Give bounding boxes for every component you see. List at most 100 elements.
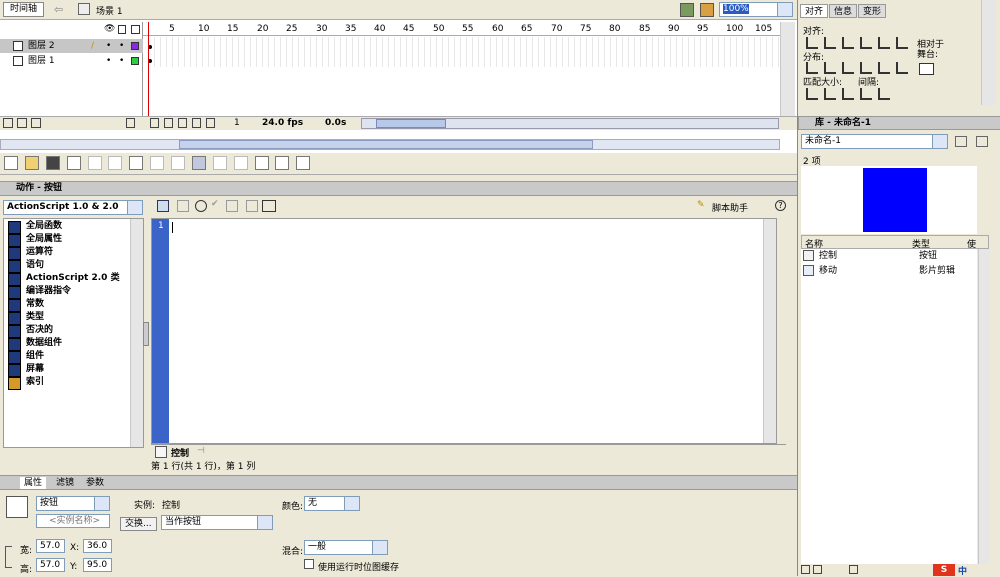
blend-select[interactable]: 一般 [304,540,388,555]
toolbox-vscroll[interactable] [130,219,143,447]
open-folder-icon[interactable] [24,156,39,170]
distribute-bottom-icon[interactable] [842,62,854,74]
stage-hscroll[interactable] [0,139,780,150]
timeline-tab[interactable]: 时间轴 [3,2,45,17]
actions-panel-title[interactable]: 动作 - 按钮 [0,182,797,196]
print-icon[interactable] [66,156,81,170]
undo-icon[interactable] [150,156,165,170]
add-action-icon[interactable] [157,200,169,212]
distribute-hcenter-icon[interactable] [878,62,890,74]
redo-icon[interactable] [171,156,185,170]
distribute-right-icon[interactable] [896,62,908,74]
align-vcenter-icon[interactable] [878,37,890,49]
debug-options-icon[interactable] [262,200,276,212]
scale-icon[interactable] [275,156,290,170]
layer-row[interactable]: 图层 2 / • • [0,39,143,53]
match-height-icon[interactable] [824,88,836,100]
toolbox-item[interactable]: 组件 [8,350,44,364]
trash-icon[interactable] [126,118,135,128]
ime-logo-icon[interactable]: S [933,564,955,576]
scroll-thumb[interactable] [179,140,593,149]
back-arrow-icon[interactable]: ⇦ [54,3,63,16]
script-tab-control[interactable]: 控制 [171,446,189,459]
layer-color-swatch[interactable] [131,57,139,65]
symbol-type-select[interactable]: 按钮 [36,496,110,511]
script-editor[interactable]: 1 [151,218,777,444]
rotate-icon[interactable] [254,156,269,170]
layer-row[interactable]: 图层 1 • • [0,54,143,68]
align-hcenter-icon[interactable] [824,37,836,49]
frame-rate[interactable]: 24.0 fps [262,118,303,128]
list-item[interactable]: 移动 影片剪辑 [801,264,977,278]
toolbox-item[interactable]: ActionScript 2.0 类 [8,272,120,286]
code-hint-icon[interactable] [246,200,258,212]
width-input[interactable]: 57.0 [36,539,65,553]
editor-vscroll[interactable] [763,219,776,443]
tab-transform[interactable]: 变形 [858,4,887,18]
align-vscroll[interactable] [981,0,996,105]
save-icon[interactable] [45,156,60,170]
splitter-handle[interactable] [143,322,149,346]
add-guide-icon[interactable] [17,118,27,128]
straighten-icon[interactable] [233,156,248,170]
swap-button[interactable]: 交换... [120,517,157,531]
y-input[interactable]: 95.0 [83,558,112,572]
layer-color-swatch[interactable] [131,42,139,50]
check-syntax-icon[interactable]: ✔ [211,199,219,209]
pin-library-icon[interactable] [955,136,967,147]
link-size-icon[interactable] [5,546,12,568]
toolbox-item[interactable]: 类型 [8,311,44,325]
scene-name[interactable]: 场景 1 [96,4,123,17]
list-item[interactable]: 控制 按钮 [801,249,977,263]
onion-outline-icon[interactable] [178,118,187,128]
smooth-icon[interactable] [212,156,227,170]
library-panel-title[interactable]: 库 - 未命名-1 [798,116,1000,130]
edit-multiple-icon[interactable] [192,118,201,128]
toolbox-item[interactable]: 编译器指令 [8,285,71,299]
toolbox-item[interactable]: 数据组件 [8,337,62,351]
frame-ruler[interactable]: 5 10 15 20 25 30 35 40 45 50 55 60 65 70… [143,22,780,36]
onion-markers-icon[interactable] [206,118,215,128]
pin-icon[interactable]: ⊣ [197,446,205,456]
delete-icon[interactable] [849,565,858,574]
new-library-icon[interactable] [976,136,988,147]
actionscript-version-select[interactable]: ActionScript 1.0 & 2.0 [3,200,143,215]
toolbox-item[interactable]: 语句 [8,259,44,273]
instance-name-input[interactable]: <实例名称> [36,514,110,528]
track-option-select[interactable]: 当作按钮 [161,515,273,530]
add-layer-icon[interactable] [3,118,13,128]
paste-icon[interactable] [129,156,144,170]
color-select[interactable]: 无 [304,496,360,511]
tab-parameters[interactable]: 参数 [82,477,108,489]
lock-icon[interactable] [118,25,126,34]
new-file-icon[interactable] [4,156,18,170]
timeline-hscroll[interactable] [361,118,779,129]
toolbox-item[interactable]: 全局函数 [8,220,62,234]
scroll-thumb[interactable] [376,119,446,128]
tab-align[interactable]: 对齐 [800,4,829,18]
align-top-icon[interactable] [860,37,872,49]
edit-symbol-icon[interactable] [700,3,714,17]
toolbox-item[interactable]: 索引 [8,376,44,390]
eye-icon[interactable]: 👁 [104,24,115,34]
center-frame-icon[interactable] [150,118,159,128]
match-both-icon[interactable] [842,88,854,100]
outline-icon[interactable] [131,25,140,34]
copy-icon[interactable] [108,156,123,170]
align-icon[interactable] [296,156,311,170]
toolbox-item[interactable]: 全局属性 [8,233,62,247]
match-width-icon[interactable] [806,88,818,100]
add-folder-icon[interactable] [31,118,41,128]
ime-mode[interactable]: 中 [958,564,967,577]
edit-scene-icon[interactable] [680,3,694,17]
snap-magnet-icon[interactable] [191,156,206,170]
script-assist-icon[interactable]: ✎ [697,200,705,210]
toolbox-item[interactable]: 否决的 [8,324,53,338]
cut-icon[interactable] [87,156,102,170]
align-bottom-icon[interactable] [896,37,908,49]
new-folder-icon[interactable] [813,565,822,574]
space-vertical-icon[interactable] [860,88,872,100]
distribute-left-icon[interactable] [860,62,872,74]
playhead[interactable] [148,22,149,128]
frame-grid[interactable] [143,37,780,67]
